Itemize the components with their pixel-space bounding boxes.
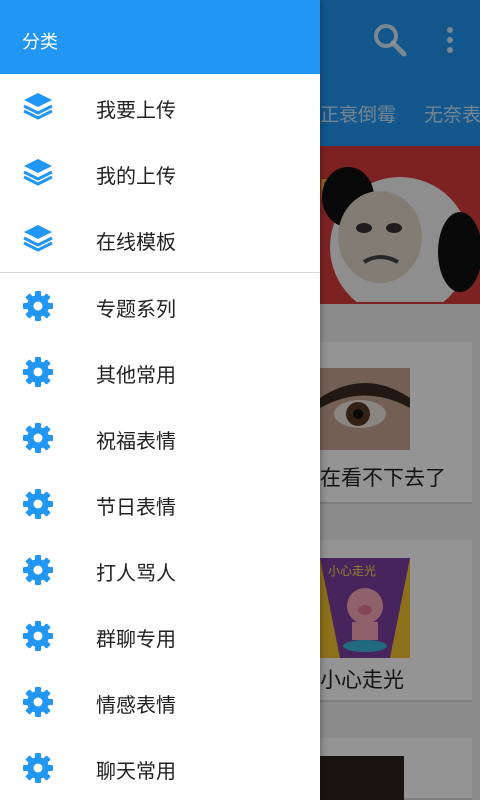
drawer-item-online-templates[interactable]: 在线模板 — [0, 206, 320, 272]
drawer-list: 我要上传 我的上传 在线模板 专题系列 其他常用 祝福表情 节日表情 打人骂人 … — [0, 74, 320, 800]
navigation-drawer: 分类 我要上传 我的上传 在线模板 专题系列 其他常用 祝福表情 节日表情 打人… — [0, 0, 320, 800]
layers-icon — [22, 157, 54, 189]
gear-icon — [22, 620, 54, 652]
drawer-item-label: 其他常用 — [96, 363, 176, 387]
layers-icon — [22, 223, 54, 255]
gear-icon — [22, 554, 54, 586]
drawer-item-label: 打人骂人 — [96, 561, 176, 585]
drawer-item-other-common[interactable]: 其他常用 — [0, 339, 320, 405]
gear-icon — [22, 686, 54, 718]
gear-icon — [22, 422, 54, 454]
drawer-item-chat-common[interactable]: 聊天常用 — [0, 735, 320, 800]
drawer-header: 分类 — [0, 0, 320, 74]
drawer-item-blessing[interactable]: 祝福表情 — [0, 405, 320, 471]
drawer-item-label: 聊天常用 — [96, 759, 176, 783]
gear-icon — [22, 356, 54, 388]
drawer-item-topic-series[interactable]: 专题系列 — [0, 273, 320, 339]
layers-icon — [22, 91, 54, 123]
gear-icon — [22, 752, 54, 784]
drawer-item-label: 群聊专用 — [96, 627, 176, 651]
drawer-item-label: 在线模板 — [96, 230, 176, 254]
drawer-item-group-chat[interactable]: 群聊专用 — [0, 603, 320, 669]
drawer-item-label: 专题系列 — [96, 297, 176, 321]
gear-icon — [22, 488, 54, 520]
drawer-item-label: 我要上传 — [96, 98, 176, 122]
drawer-item-holiday[interactable]: 节日表情 — [0, 471, 320, 537]
drawer-item-my-uploads[interactable]: 我的上传 — [0, 140, 320, 206]
gear-icon — [22, 290, 54, 322]
drawer-item-label: 我的上传 — [96, 164, 176, 188]
drawer-item-label: 祝福表情 — [96, 429, 176, 453]
drawer-item-upload[interactable]: 我要上传 — [0, 74, 320, 140]
drawer-item-label: 情感表情 — [96, 693, 176, 717]
drawer-title: 分类 — [22, 32, 58, 53]
drawer-item-emotion[interactable]: 情感表情 — [0, 669, 320, 735]
drawer-item-hit-scold[interactable]: 打人骂人 — [0, 537, 320, 603]
drawer-item-label: 节日表情 — [96, 495, 176, 519]
